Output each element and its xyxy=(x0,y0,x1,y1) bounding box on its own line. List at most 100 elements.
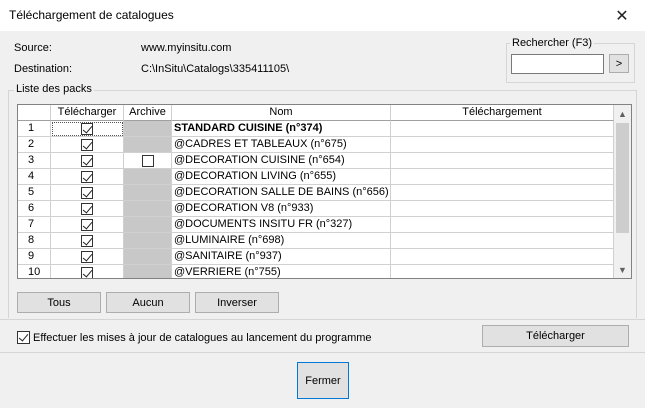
header-name[interactable]: Nom xyxy=(172,105,391,121)
download-checkbox[interactable] xyxy=(81,218,93,231)
row-index: 2 xyxy=(18,137,51,153)
download-status xyxy=(391,217,614,233)
scroll-up-icon[interactable]: ▲ xyxy=(614,105,631,122)
separator xyxy=(0,352,645,353)
download-checkbox[interactable] xyxy=(81,234,93,247)
table-row[interactable]: 2 @CADRES ET TABLEAUX (n°675) xyxy=(18,137,614,153)
scroll-down-icon[interactable]: ▼ xyxy=(614,261,631,278)
download-cell xyxy=(51,201,124,217)
download-status xyxy=(391,185,614,201)
download-cell xyxy=(51,185,124,201)
header-archive[interactable]: Archive xyxy=(124,105,172,121)
pack-name: @DECORATION LIVING (n°655) xyxy=(172,169,391,185)
table-row[interactable]: 10 @VERRIERE (n°755) xyxy=(18,265,614,278)
destination-value: C:\InSitu\Catalogs\335411105\ xyxy=(141,63,290,75)
window-title: Téléchargement de catalogues xyxy=(9,8,174,22)
pack-name: @VERRIERE (n°755) xyxy=(172,265,391,278)
archive-cell xyxy=(124,137,172,153)
download-cell xyxy=(51,121,124,137)
row-index: 10 xyxy=(18,265,51,278)
table-row[interactable]: 3 @DECORATION CUISINE (n°654) xyxy=(18,153,614,169)
download-status xyxy=(391,265,614,278)
table-row[interactable]: 1 STANDARD CUISINE (n°374) xyxy=(18,121,614,137)
select-none-button[interactable]: Aucun xyxy=(106,292,190,313)
table-row[interactable]: 8 @LUMINAIRE (n°698) xyxy=(18,233,614,249)
pack-name: @SANITAIRE (n°937) xyxy=(172,249,391,265)
pack-name: STANDARD CUISINE (n°374) xyxy=(172,121,391,137)
download-checkbox[interactable] xyxy=(81,122,93,135)
row-index: 5 xyxy=(18,185,51,201)
download-status xyxy=(391,169,614,185)
row-index: 3 xyxy=(18,153,51,169)
scroll-thumb[interactable] xyxy=(616,123,629,233)
download-cell xyxy=(51,217,124,233)
auto-update-checkbox[interactable] xyxy=(17,331,30,344)
pack-name: @CADRES ET TABLEAUX (n°675) xyxy=(172,137,391,153)
download-checkbox[interactable] xyxy=(81,250,93,263)
table-row[interactable]: 6 @DECORATION V8 (n°933) xyxy=(18,201,614,217)
download-checkbox[interactable] xyxy=(81,186,93,199)
grid-scrollbar[interactable]: ▲ ▼ xyxy=(614,105,631,278)
row-index: 8 xyxy=(18,233,51,249)
download-checkbox[interactable] xyxy=(81,202,93,215)
download-button[interactable]: Télécharger xyxy=(482,325,629,347)
separator xyxy=(0,319,645,320)
archive-cell xyxy=(124,233,172,249)
download-status xyxy=(391,201,614,217)
pack-name: @LUMINAIRE (n°698) xyxy=(172,233,391,249)
pack-name: @DECORATION CUISINE (n°654) xyxy=(172,153,391,169)
row-index: 4 xyxy=(18,169,51,185)
select-all-button[interactable]: Tous xyxy=(17,292,101,313)
archive-cell xyxy=(124,217,172,233)
close-button[interactable]: Fermer xyxy=(297,362,349,399)
download-checkbox[interactable] xyxy=(81,266,93,278)
destination-label: Destination: xyxy=(14,63,73,75)
close-icon[interactable]: ✕ xyxy=(599,0,645,31)
source-value: www.myinsitu.com xyxy=(141,42,232,54)
table-row[interactable]: 5 @DECORATION SALLE DE BAINS (n°656) xyxy=(18,185,614,201)
download-cell xyxy=(51,249,124,265)
download-status xyxy=(391,153,614,169)
search-button[interactable]: > xyxy=(609,54,629,73)
row-index: 7 xyxy=(18,217,51,233)
archive-cell xyxy=(124,121,172,137)
download-cell xyxy=(51,153,124,169)
download-checkbox[interactable] xyxy=(81,154,93,167)
invert-selection-button[interactable]: Inverser xyxy=(195,292,279,313)
archive-cell xyxy=(124,185,172,201)
source-label: Source: xyxy=(14,42,52,54)
header-index xyxy=(18,105,51,121)
row-index: 6 xyxy=(18,201,51,217)
download-cell xyxy=(51,169,124,185)
archive-cell xyxy=(124,265,172,278)
pack-name: @DOCUMENTS INSITU FR (n°327) xyxy=(172,217,391,233)
pack-name: @DECORATION SALLE DE BAINS (n°656) xyxy=(172,185,391,201)
header-download[interactable]: Télécharger xyxy=(51,105,124,121)
packs-group-label: Liste des packs xyxy=(14,83,94,95)
table-row[interactable]: 7 @DOCUMENTS INSITU FR (n°327) xyxy=(18,217,614,233)
auto-update-label[interactable]: Effectuer les mises à jour de catalogues… xyxy=(33,332,372,344)
download-status xyxy=(391,233,614,249)
table-row[interactable]: 9 @SANITAIRE (n°937) xyxy=(18,249,614,265)
download-status xyxy=(391,249,614,265)
download-status xyxy=(391,137,614,153)
download-cell xyxy=(51,137,124,153)
download-cell xyxy=(51,233,124,249)
archive-cell xyxy=(124,169,172,185)
row-index: 9 xyxy=(18,249,51,265)
archive-checkbox[interactable] xyxy=(141,154,154,167)
search-input[interactable] xyxy=(511,54,604,74)
search-label: Rechercher (F3) xyxy=(510,37,595,49)
download-checkbox[interactable] xyxy=(81,138,93,151)
archive-cell[interactable] xyxy=(124,153,172,169)
archive-cell xyxy=(124,249,172,265)
grid-header: Télécharger Archive Nom Téléchargement xyxy=(18,105,614,121)
pack-name: @DECORATION V8 (n°933) xyxy=(172,201,391,217)
download-status xyxy=(391,121,614,137)
download-cell xyxy=(51,265,124,278)
packs-grid[interactable]: Télécharger Archive Nom Téléchargement 1… xyxy=(17,104,632,279)
table-row[interactable]: 4 @DECORATION LIVING (n°655) xyxy=(18,169,614,185)
download-checkbox[interactable] xyxy=(81,170,93,183)
archive-cell xyxy=(124,201,172,217)
header-status[interactable]: Téléchargement xyxy=(391,105,614,121)
